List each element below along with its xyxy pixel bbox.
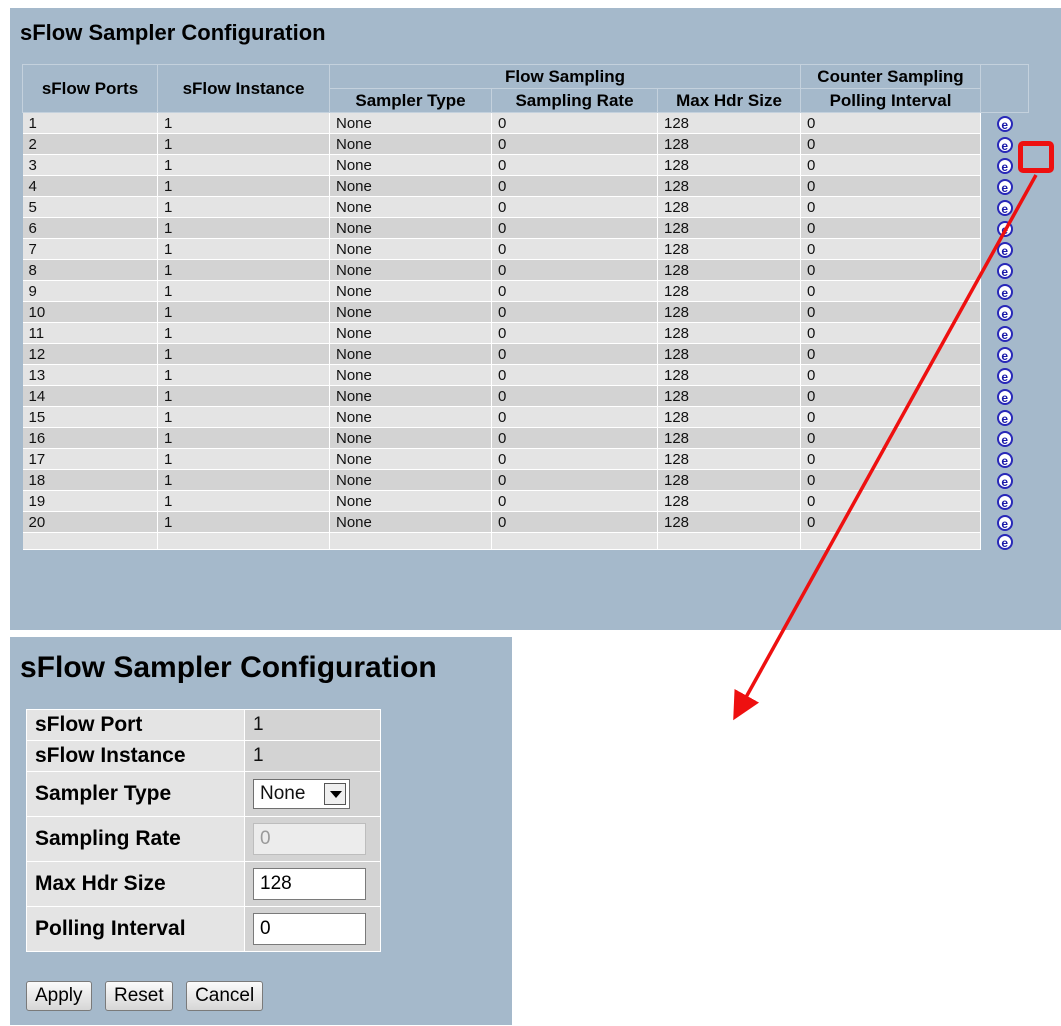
polling-interval-cell — [244, 906, 381, 952]
value-sflow-instance: 1 — [244, 740, 381, 772]
label-sampling-rate: Sampling Rate — [26, 816, 245, 862]
dropdown-arrow-icon[interactable] — [324, 783, 346, 805]
apply-button[interactable]: Apply — [26, 981, 92, 1011]
reset-button[interactable]: Reset — [104, 981, 173, 1011]
form-row-polling-interval: Polling Interval — [26, 906, 381, 952]
label-max-hdr-size: Max Hdr Size — [26, 861, 245, 907]
form-row-port: sFlow Port 1 — [26, 709, 381, 741]
form-row-sampling-rate: Sampling Rate — [26, 816, 381, 862]
label-sflow-port: sFlow Port — [26, 709, 245, 741]
sampler-type-selected-value: None — [260, 783, 306, 804]
label-sflow-instance: sFlow Instance — [26, 740, 245, 772]
sampling-rate-input[interactable] — [253, 823, 366, 855]
sampler-type-select[interactable]: None — [253, 779, 350, 809]
edit-page-title: sFlow Sampler Configuration — [20, 651, 437, 684]
value-sflow-port: 1 — [244, 709, 381, 741]
sampling-rate-cell — [244, 816, 381, 862]
label-polling-interval: Polling Interval — [26, 906, 245, 952]
max-hdr-size-cell — [244, 861, 381, 907]
form-row-max-hdr-size: Max Hdr Size — [26, 861, 381, 907]
form-row-sampler-type: Sampler Type None — [26, 771, 381, 817]
edit-form-panel: sFlow Sampler Configuration sFlow Port 1… — [10, 637, 512, 1025]
polling-interval-input[interactable] — [253, 913, 366, 945]
cancel-button[interactable]: Cancel — [186, 981, 264, 1011]
form-row-instance: sFlow Instance 1 — [26, 740, 381, 772]
label-sampler-type: Sampler Type — [26, 771, 245, 817]
max-hdr-size-input[interactable] — [253, 868, 366, 900]
sampler-type-cell: None — [244, 771, 381, 817]
form-button-row: Apply Reset Cancel — [26, 981, 272, 1011]
edit-form-table: sFlow Port 1 sFlow Instance 1 Sampler Ty… — [26, 709, 381, 952]
